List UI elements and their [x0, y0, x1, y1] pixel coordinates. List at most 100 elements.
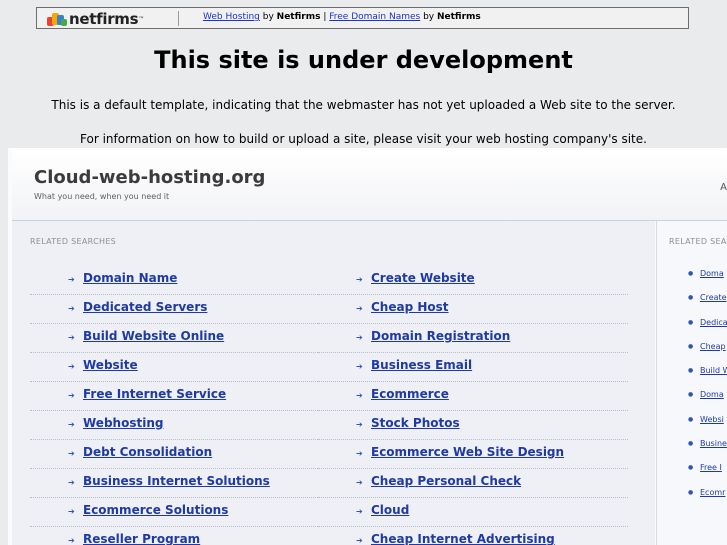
related-search-link[interactable]: Ecommerce Solutions — [83, 503, 228, 517]
bullet-icon: ● — [688, 294, 694, 302]
related-searches-panel: RELATED SEARCHES ➔ Domain Name ➔ Dedicated … — [12, 221, 655, 545]
side-list-item: ● Dedica — [657, 314, 727, 338]
side-list-item: ● Websi — [657, 411, 727, 435]
arrow-icon: ➔ — [356, 478, 363, 487]
related-search-link[interactable]: Cheap Personal Check — [371, 474, 521, 488]
arrow-icon: ➔ — [68, 536, 75, 545]
list-item: ➔ Domain Name — [30, 266, 318, 295]
arrow-icon: ➔ — [68, 304, 75, 313]
banner-by-text: by — [259, 12, 277, 22]
netfirms-banner: netfirms ™ Web Hosting by Netfirms | Free… — [36, 7, 689, 29]
related-search-link[interactable]: Dedicated Servers — [83, 300, 207, 314]
related-search-link[interactable]: Domain Name — [83, 271, 177, 285]
list-item: ➔ Reseller Program — [30, 527, 318, 545]
side-list-item: ● Busine — [657, 435, 727, 459]
list-item: ➔ Website — [30, 353, 318, 382]
arrow-icon: ➔ — [356, 536, 363, 545]
arrow-icon: ➔ — [68, 507, 75, 516]
related-search-link[interactable]: Create Website — [371, 271, 475, 285]
side-list-item: ● Ecomr — [657, 484, 727, 508]
related-search-link[interactable]: Cloud — [371, 503, 409, 517]
site-title[interactable]: Cloud-web-hosting.org — [34, 167, 265, 188]
side-search-link[interactable]: Dedica — [700, 318, 727, 327]
logo-trademark: ™ — [138, 15, 145, 23]
list-item: ➔ Ecommerce Web Site Design — [318, 440, 628, 469]
arrow-icon: ➔ — [68, 478, 75, 487]
bullet-icon: ● — [688, 415, 694, 423]
arrow-icon: ➔ — [356, 391, 363, 400]
related-search-link[interactable]: Build Website Online — [83, 329, 224, 343]
related-search-link[interactable]: Business Internet Solutions — [83, 474, 270, 488]
side-list-item: ● Build W — [657, 362, 727, 386]
arrow-icon: ➔ — [356, 362, 363, 371]
list-item: ➔ Cheap Internet Advertising — [318, 527, 628, 545]
banner-brand-2: Netfirms — [436, 12, 481, 22]
side-search-link[interactable]: Create — [700, 293, 727, 302]
bullet-icon: ● — [688, 342, 694, 350]
arrow-icon: ➔ — [356, 275, 363, 284]
arrow-icon: ➔ — [356, 507, 363, 516]
list-item: ➔ Dedicated Servers — [30, 295, 318, 324]
related-search-link[interactable]: Reseller Program — [83, 532, 200, 545]
list-item: ➔ Build Website Online — [30, 324, 318, 353]
side-search-link[interactable]: Doma — [700, 390, 724, 399]
arrow-icon: ➔ — [68, 333, 75, 342]
banner-divider — [178, 11, 179, 26]
related-search-link[interactable]: Debt Consolidation — [83, 445, 212, 459]
list-item: ➔ Create Website — [318, 266, 628, 295]
side-search-link[interactable]: Build W — [700, 366, 727, 375]
list-item: ➔ Domain Registration — [318, 324, 628, 353]
banner-pipe: | — [320, 12, 330, 22]
arrow-icon: ➔ — [356, 333, 363, 342]
web-hosting-link[interactable]: Web Hosting — [203, 12, 260, 22]
related-search-link[interactable]: Stock Photos — [371, 416, 460, 430]
related-search-link[interactable]: Ecommerce Web Site Design — [371, 445, 564, 459]
side-search-link[interactable]: Doma — [700, 269, 724, 278]
list-item: ➔ Stock Photos — [318, 411, 628, 440]
list-item: ➔ Cheap Host — [318, 295, 628, 324]
arrow-icon: ➔ — [356, 304, 363, 313]
side-list-item: ● Create — [657, 289, 727, 313]
side-search-link[interactable]: Websi — [700, 415, 724, 424]
list-item: ➔ Business Internet Solutions — [30, 469, 318, 498]
site-tagline: What you need, when you need it — [34, 192, 170, 201]
netfirms-logo[interactable]: netfirms ™ — [47, 10, 144, 28]
related-searches-title: RELATED SEARCHES — [30, 237, 117, 246]
related-search-link[interactable]: Website — [83, 358, 138, 372]
related-search-link[interactable]: Webhosting — [83, 416, 163, 430]
side-links-list: ● Doma ● Create ● Dedica ● Cheap ● Build W ● Doma ● W… — [657, 265, 727, 508]
related-search-link[interactable]: Free Internet Service — [83, 387, 226, 401]
side-list-item: ● Cheap — [657, 338, 727, 362]
related-search-link[interactable]: Domain Registration — [371, 329, 510, 343]
side-related-searches-title: RELATED SEA — [669, 237, 727, 246]
info-text-2: For information on how to build or uploa… — [80, 132, 647, 146]
side-search-link[interactable]: Ecomr — [700, 488, 725, 497]
side-search-link[interactable]: Free I — [700, 463, 722, 472]
netfirms-logo-icon — [47, 11, 67, 27]
info-text-1: This is a default template, indicating t… — [51, 98, 676, 112]
side-related-panel: RELATED SEA ● Doma ● Create ● Dedica ● Cheap ● Bu… — [656, 221, 727, 545]
related-search-link[interactable]: Cheap Internet Advertising — [371, 532, 555, 545]
related-search-link[interactable]: Ecommerce — [371, 387, 449, 401]
free-domain-names-link[interactable]: Free Domain Names — [329, 12, 420, 22]
list-item: ➔ Ecommerce — [318, 382, 628, 411]
related-search-link[interactable]: Cheap Host — [371, 300, 449, 314]
list-item: ➔ Free Internet Service — [30, 382, 318, 411]
arrow-icon: ➔ — [68, 362, 75, 371]
links-column-left: ➔ Domain Name ➔ Dedicated Servers ➔ Build Web… — [30, 266, 318, 545]
side-search-link[interactable]: Cheap — [700, 342, 726, 351]
side-list-item: ● Doma — [657, 265, 727, 289]
bullet-icon: ● — [688, 391, 694, 399]
bullet-icon: ● — [688, 318, 694, 326]
arrow-icon: ➔ — [68, 391, 75, 400]
parked-page-frame: Cloud-web-hosting.org What you need, whe… — [8, 148, 727, 545]
related-search-link[interactable]: Business Email — [371, 358, 472, 372]
page-heading: This site is under development — [154, 46, 573, 74]
bullet-icon: ● — [688, 367, 694, 375]
side-search-link[interactable]: Busine — [700, 439, 727, 448]
banner-brand-1: Netfirms — [276, 12, 321, 22]
list-item: ➔ Business Email — [318, 353, 628, 382]
banner-by-text-2: by — [420, 12, 437, 22]
arrow-icon: ➔ — [68, 449, 75, 458]
bullet-icon: ● — [688, 270, 694, 277]
